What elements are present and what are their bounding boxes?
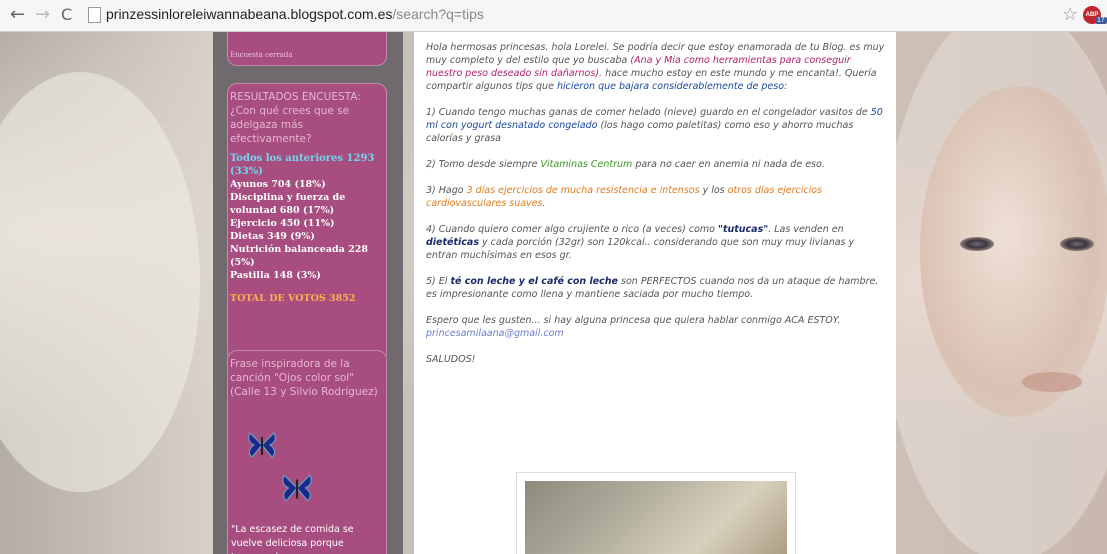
butterfly-icon — [246, 429, 278, 468]
poll-results-list: Todos los anteriores 1293 (33%) Ayunos 7… — [228, 146, 386, 305]
post-paragraph: Espero que les gusten... si hay alguna p… — [426, 315, 841, 326]
background-lips — [1022, 372, 1082, 392]
song-quote: "La escasez de comida se vuelve delicios… — [231, 524, 354, 554]
post-content: Hola hermosas princesas. hola Lorelei. S… — [414, 32, 896, 554]
post-paragraph: 4) Cuando quiero comer algo crujiente o … — [426, 224, 855, 261]
poll-result-item: Pastilla 148 (3%) — [230, 270, 321, 281]
poll-result-item: Dietas 349 (9%) — [230, 231, 315, 242]
background-eye-left — [960, 237, 994, 251]
page-viewport[interactable]: Encuesta cerrada RESULTADOS ENCUESTA: ¿C… — [0, 32, 1107, 554]
post-paragraph: 5) El té con leche y el café con leche s… — [426, 276, 879, 300]
poll-result-item: Ejercicio 450 (11%) — [230, 218, 335, 229]
poll-result-item: Disciplina y fuerza de voluntad 680 (17%… — [230, 192, 346, 216]
poll-result-item: Todos los anteriores 1293 (33%) — [230, 153, 375, 177]
browser-toolbar: ← → C prinzessinloreleiwannabeana.blogsp… — [0, 0, 1107, 32]
adblock-count-badge: 17 — [1095, 17, 1107, 24]
poll-result-item: Nutrición balanceada 228 (5%) — [230, 244, 368, 268]
page-icon — [88, 7, 101, 23]
star-icon[interactable]: ☆ — [1062, 4, 1078, 25]
background-face — [920, 87, 1107, 417]
url-path: /search?q=tips — [392, 6, 484, 22]
forward-button[interactable]: → — [35, 4, 50, 26]
post-body: Hola hermosas princesas. hola Lorelei. S… — [426, 41, 886, 379]
background-hair-left — [0, 72, 200, 492]
address-bar[interactable]: prinzessinloreleiwannabeana.blogspot.com… — [106, 6, 484, 22]
post-email-link[interactable]: princesamilaana@gmail.com — [426, 327, 886, 340]
reload-button[interactable]: C — [61, 4, 72, 26]
post-image-frame — [516, 472, 796, 554]
poll-closed-label: Encuesta cerrada — [230, 51, 293, 59]
poll-results-title: RESULTADOS ENCUESTA: ¿Con qué crees que … — [230, 91, 361, 145]
butterfly-icon — [280, 471, 314, 512]
post-paragraph: 2) Tomo desde siempre Vitaminas Centrum … — [426, 159, 825, 170]
post-paragraph: Hola hermosas princesas. hola Lorelei. S… — [426, 42, 885, 92]
post-paragraph: 1) Cuando tengo muchas ganas de comer he… — [426, 107, 883, 144]
post-paragraph: 3) Hago 3 días ejercicios de mucha resis… — [426, 185, 823, 209]
back-button[interactable]: ← — [10, 4, 25, 26]
poll-closed-widget: Encuesta cerrada — [227, 32, 387, 66]
post-image[interactable] — [525, 481, 787, 554]
url-domain: prinzessinloreleiwannabeana.blogspot.com… — [106, 6, 393, 22]
background-eye-right — [1060, 237, 1094, 251]
blog-sidebar: Encuesta cerrada RESULTADOS ENCUESTA: ¿C… — [213, 32, 403, 554]
quote-widget: Frase inspiradora de la canción "Ojos co… — [227, 350, 387, 554]
post-signoff: SALUDOS! — [426, 354, 476, 365]
poll-results-widget: RESULTADOS ENCUESTA: ¿Con qué crees que … — [227, 83, 387, 363]
quote-widget-title: Frase inspiradora de la canción "Ojos co… — [230, 358, 378, 398]
poll-total-votes: TOTAL DE VOTOS 3852 — [230, 293, 356, 304]
poll-result-item: Ayunos 704 (18%) — [230, 179, 326, 190]
